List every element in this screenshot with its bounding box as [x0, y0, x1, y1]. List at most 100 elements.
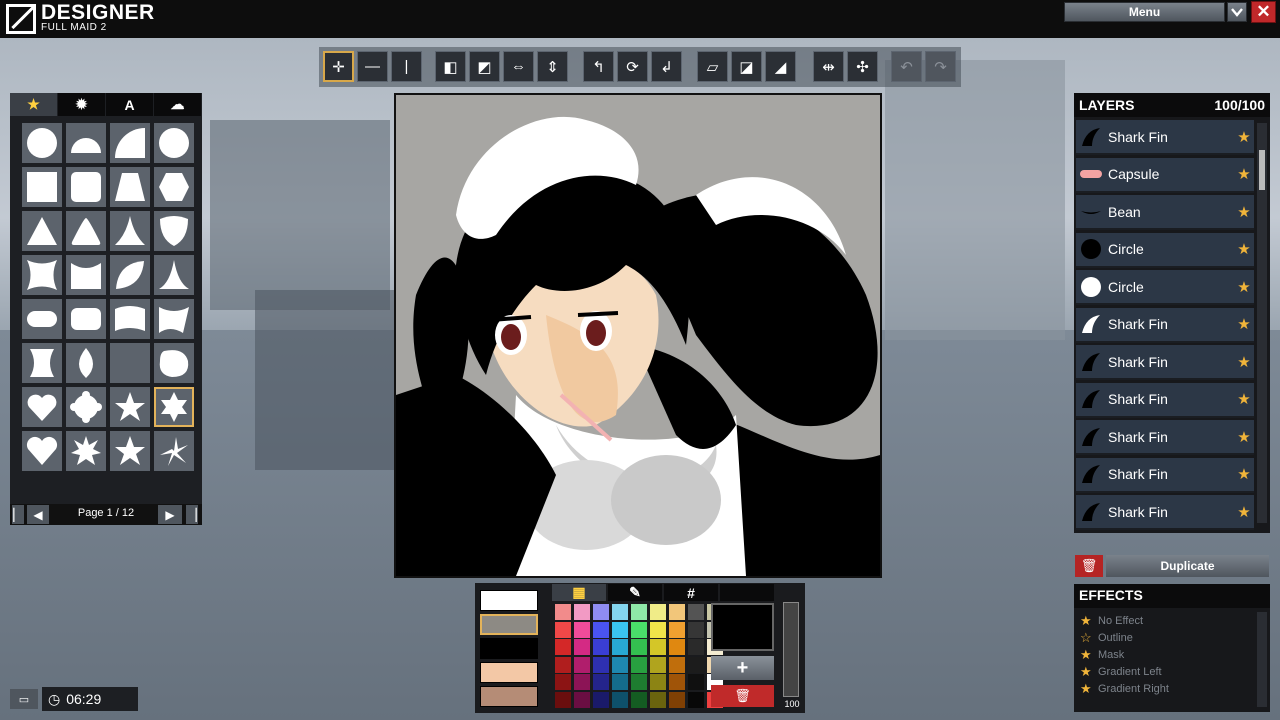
recent-color-swatch[interactable]	[480, 686, 538, 707]
layers-scroll-thumb[interactable]	[1259, 150, 1265, 190]
palette-color[interactable]	[612, 604, 628, 620]
rotate-left-icon[interactable]: ↰	[583, 51, 614, 82]
add-color-button[interactable]: +	[711, 656, 774, 680]
palette-color[interactable]	[650, 656, 666, 673]
shape-drop-icon[interactable]	[66, 343, 106, 383]
palette-color[interactable]	[650, 621, 666, 638]
palette-color[interactable]	[574, 604, 590, 620]
palette-color[interactable]	[688, 656, 704, 673]
shape-six-star-icon[interactable]	[154, 387, 194, 427]
shape-star-2-icon[interactable]	[110, 431, 150, 471]
palette-color[interactable]	[612, 639, 628, 655]
layer-item[interactable]: Circle ★	[1076, 232, 1254, 268]
shape-octagon-round-icon[interactable]	[154, 123, 194, 163]
move-icon[interactable]: ✛	[323, 51, 354, 82]
recent-color-swatch[interactable]	[480, 638, 538, 659]
palette-color[interactable]	[631, 656, 647, 673]
palette-icon[interactable]: ▦	[552, 584, 606, 601]
shape-quarter-circle-icon[interactable]	[110, 123, 150, 163]
scale-v-icon[interactable]: ✣	[847, 51, 878, 82]
shape-blob-icon[interactable]	[154, 343, 194, 383]
last-page-button[interactable]: ▕	[186, 505, 198, 524]
layer-item[interactable]: Shark Fin ★	[1076, 382, 1254, 418]
favorite-star-icon[interactable]: ★	[1234, 315, 1254, 333]
palette-color[interactable]	[555, 621, 571, 638]
shape-crescent-icon[interactable]	[110, 343, 150, 383]
favorite-star-icon[interactable]: ★	[1234, 465, 1254, 483]
effect-gradient-left[interactable]: ★ Gradient Left	[1080, 664, 1162, 680]
favorite-star-icon[interactable]: ★	[1234, 428, 1254, 446]
palette-color[interactable]	[612, 691, 628, 708]
tab-extra[interactable]	[720, 584, 774, 601]
shape-pill-icon[interactable]	[22, 299, 62, 339]
shape-arch-icon[interactable]	[66, 255, 106, 295]
duplicate-button[interactable]: Duplicate	[1106, 555, 1269, 577]
palette-color[interactable]	[574, 691, 590, 708]
palette-color[interactable]	[669, 691, 685, 708]
previous-page-button[interactable]: ◀	[27, 505, 49, 524]
palette-color[interactable]	[574, 621, 590, 638]
shape-rounded-triangle-icon[interactable]	[66, 211, 106, 251]
palette-color[interactable]	[574, 674, 590, 690]
rotate-icon[interactable]: ⟳	[617, 51, 648, 82]
shape-heart-icon[interactable]	[22, 387, 62, 427]
shape-half-circle-icon[interactable]	[66, 123, 106, 163]
layer-item[interactable]: Shark Fin ★	[1076, 457, 1254, 493]
stretch-v-icon[interactable]: ⇕	[537, 51, 568, 82]
favorite-star-icon[interactable]: ★	[1234, 203, 1254, 221]
palette-color[interactable]	[669, 656, 685, 673]
layer-item[interactable]: Shark Fin ★	[1076, 345, 1254, 380]
shape-rounded-rect-icon[interactable]	[66, 299, 106, 339]
palette-color[interactable]	[555, 604, 571, 620]
layer-item[interactable]: Shark Fin ★	[1076, 307, 1254, 343]
shape-flag-icon[interactable]	[154, 299, 194, 339]
favorite-star-icon[interactable]: ★	[1234, 278, 1254, 296]
flip-horizontal-icon[interactable]: —	[357, 51, 388, 82]
shape-wave-icon[interactable]	[110, 299, 150, 339]
layer-item[interactable]: Circle ★	[1076, 270, 1254, 305]
shape-hexagon-icon[interactable]	[154, 167, 194, 207]
palette-color[interactable]	[669, 674, 685, 690]
shape-pinwheel-icon[interactable]	[154, 431, 194, 471]
effect-gradient-right[interactable]: ★ Gradient Right	[1080, 681, 1169, 697]
layer-item[interactable]: Shark Fin ★	[1076, 420, 1254, 455]
palette-color[interactable]	[612, 621, 628, 638]
chevron-down-icon[interactable]	[1227, 2, 1247, 22]
palette-color[interactable]	[650, 604, 666, 620]
rotate-right-icon[interactable]: ↲	[651, 51, 682, 82]
palette-color[interactable]	[688, 691, 704, 708]
shape-trapezoid-icon[interactable]	[110, 167, 150, 207]
delete-layer-button[interactable]: 🗑	[1075, 555, 1103, 577]
palette-color[interactable]	[612, 674, 628, 690]
palette-color[interactable]	[574, 656, 590, 673]
shape-rounded-square-icon[interactable]	[66, 167, 106, 207]
palette-color[interactable]	[631, 674, 647, 690]
layer-item[interactable]: Bean ★	[1076, 195, 1254, 230]
palette-color[interactable]	[631, 691, 647, 708]
palette-color[interactable]	[555, 691, 571, 708]
palette-color[interactable]	[669, 604, 685, 620]
palette-color[interactable]	[650, 674, 666, 690]
palette-color[interactable]	[574, 639, 590, 655]
palette-color[interactable]	[555, 656, 571, 673]
tab-text-shapes[interactable]: A	[106, 93, 153, 116]
favorite-star-icon[interactable]: ★	[1234, 503, 1254, 521]
scale-h-icon[interactable]: ⇹	[813, 51, 844, 82]
redo-icon[interactable]: ↷	[925, 51, 956, 82]
drawing-canvas[interactable]	[394, 93, 882, 578]
palette-color[interactable]	[631, 621, 647, 638]
delete-color-button[interactable]: 🗑	[711, 685, 774, 707]
palette-color[interactable]	[688, 639, 704, 655]
recent-color-swatch[interactable]	[480, 614, 538, 635]
stretch-h-icon[interactable]: ⇔	[503, 51, 534, 82]
eyedropper-icon[interactable]: ✎	[608, 584, 662, 601]
undo-icon[interactable]: ↶	[891, 51, 922, 82]
palette-color[interactable]	[555, 674, 571, 690]
shape-triangle-icon[interactable]	[22, 211, 62, 251]
shape-circle-icon[interactable]	[22, 123, 62, 163]
effects-scrollbar[interactable]	[1257, 612, 1267, 707]
palette-color[interactable]	[593, 621, 609, 638]
favorite-star-icon[interactable]: ★	[1234, 165, 1254, 183]
favorite-star-icon[interactable]: ★	[1234, 240, 1254, 258]
skew-3-icon[interactable]: ◢	[765, 51, 796, 82]
